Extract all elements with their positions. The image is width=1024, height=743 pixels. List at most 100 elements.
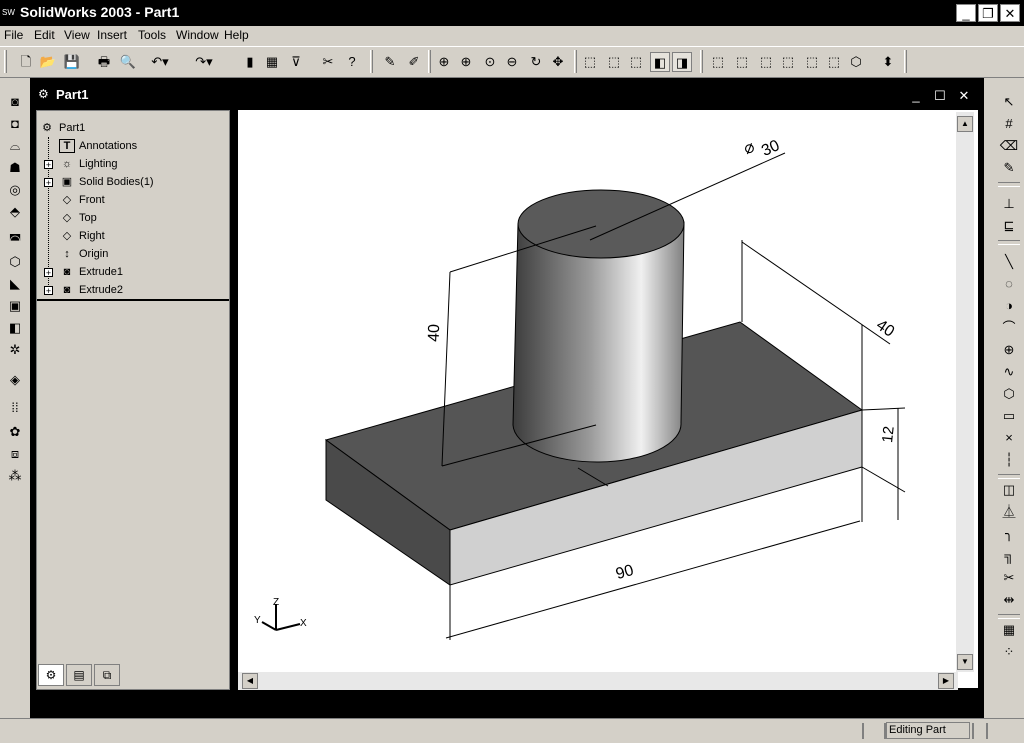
sweep-icon[interactable]: ⌓ xyxy=(4,136,26,156)
zoom-to-fit-icon[interactable]: ⊕ xyxy=(434,52,454,72)
menu-help[interactable]: Help xyxy=(224,28,249,42)
sketch-fillet-icon[interactable]: ╮ xyxy=(998,524,1020,544)
sketch-chamfer-icon[interactable]: ╗ xyxy=(998,546,1020,566)
scroll-right-icon[interactable]: ▶ xyxy=(938,673,954,689)
options-icon[interactable]: ▦ xyxy=(262,52,282,72)
left-view-icon[interactable]: ⬚ xyxy=(756,52,776,72)
add-relation-icon[interactable]: ⊥ xyxy=(998,194,1020,214)
open-file-icon[interactable]: 📂 xyxy=(38,52,58,72)
rollback-bar[interactable] xyxy=(37,299,229,301)
sketch-pencil-icon[interactable]: ✎ xyxy=(380,52,400,72)
draft-icon[interactable]: ◧ xyxy=(4,318,26,338)
scroll-up-icon[interactable]: ▲ xyxy=(957,116,973,132)
menu-file[interactable]: File xyxy=(4,28,23,42)
bottom-view-icon[interactable]: ⬚ xyxy=(824,52,844,72)
back-view-icon[interactable]: ⬚ xyxy=(732,52,752,72)
hidden-lines-visible-icon[interactable]: ⬚ xyxy=(604,52,624,72)
expand-icon[interactable]: + xyxy=(44,160,53,170)
print-preview-icon[interactable]: 🔍 xyxy=(118,52,138,72)
eraser-icon[interactable]: ⌫ xyxy=(998,136,1020,156)
toolbar-grip[interactable] xyxy=(904,50,907,73)
circular-pattern-icon[interactable]: ✿ xyxy=(4,422,26,442)
convert-entities-icon[interactable]: ◫ xyxy=(998,480,1020,500)
close-button[interactable]: ✕ xyxy=(1000,4,1020,22)
line-icon[interactable]: ╲ xyxy=(998,252,1020,272)
toolbar-grip[interactable] xyxy=(574,50,577,73)
point-icon[interactable]: × xyxy=(998,428,1020,448)
tree-item-front-plane[interactable]: Front xyxy=(79,191,105,209)
toolbar-grip[interactable] xyxy=(428,50,431,73)
smart-dimension-icon[interactable]: ✐ xyxy=(404,52,424,72)
pan-icon[interactable]: ✥ xyxy=(548,52,568,72)
property-manager-tab-icon[interactable]: ▤ xyxy=(66,664,92,686)
extruded-cut-icon[interactable]: ◎ xyxy=(4,180,26,200)
menu-window[interactable]: Window xyxy=(176,28,219,42)
normal-to-icon[interactable]: ⬍ xyxy=(878,52,898,72)
rebuild-icon[interactable]: ▮ xyxy=(240,52,260,72)
zoom-out-icon[interactable]: ⊖ xyxy=(502,52,522,72)
loft-icon[interactable]: ☗ xyxy=(4,158,26,178)
zoom-area-icon[interactable]: ⊙ xyxy=(480,52,500,72)
new-file-icon[interactable]: 🗋 xyxy=(16,52,36,72)
right-view-icon[interactable]: ⬚ xyxy=(778,52,798,72)
expand-icon[interactable]: + xyxy=(44,178,53,188)
curve-driven-pattern-icon[interactable]: ⁂ xyxy=(4,466,26,486)
configuration-manager-tab-icon[interactable]: ⧉ xyxy=(94,664,120,686)
tree-item-top-plane[interactable]: Top xyxy=(79,209,97,227)
display-relations-icon[interactable]: ⊑ xyxy=(998,216,1020,236)
extrude-boss-icon[interactable]: ◙ xyxy=(4,92,26,112)
redo-icon[interactable]: ↷▾ xyxy=(194,52,214,72)
circular-sketch-pattern-icon[interactable]: ⁘ xyxy=(998,642,1020,662)
scroll-left-icon[interactable]: ◀ xyxy=(242,673,258,689)
horizontal-scrollbar[interactable]: ◀ ▶ xyxy=(238,672,958,690)
tree-item-annotations[interactable]: Annotations xyxy=(79,137,137,155)
graphics-area[interactable]: ⌀ 30 40 40 12 90 Y Z X xyxy=(238,110,978,688)
rectangle-icon[interactable]: ▭ xyxy=(998,406,1020,426)
menu-tools[interactable]: Tools xyxy=(138,28,166,42)
dome-icon[interactable]: ◈ xyxy=(4,370,26,390)
wireframe-icon[interactable]: ⬚ xyxy=(580,52,600,72)
tools-icon[interactable]: ✂ xyxy=(318,52,338,72)
tangent-arc-icon[interactable]: ◑ xyxy=(998,296,1020,316)
thickness-dimension[interactable]: 12 xyxy=(879,425,898,443)
feature-manager-tab-icon[interactable]: ⚙ xyxy=(38,664,64,686)
menu-insert[interactable]: Insert xyxy=(97,28,127,42)
chamfer-icon[interactable]: ⬡ xyxy=(4,252,26,272)
toolbar-grip[interactable] xyxy=(370,50,373,73)
vertical-scrollbar[interactable]: ▲ ▼ xyxy=(956,112,974,672)
tree-item-extrude1[interactable]: Extrude1 xyxy=(79,263,123,281)
fillet-icon[interactable]: ◚ xyxy=(4,230,26,250)
rotate-view-icon[interactable]: ↻ xyxy=(526,52,546,72)
expand-icon[interactable]: + xyxy=(44,286,53,296)
top-view-icon[interactable]: ⬚ xyxy=(802,52,822,72)
zoom-in-icon[interactable]: ⊕ xyxy=(456,52,476,72)
mirror-sketch-icon[interactable]: ⇹ xyxy=(998,590,1020,610)
tree-root-part1[interactable]: Part1 xyxy=(59,119,85,137)
grid-icon[interactable]: # xyxy=(998,114,1020,134)
tree-item-origin[interactable]: Origin xyxy=(79,245,108,263)
revolve-boss-icon[interactable]: ◘ xyxy=(4,114,26,134)
mirror-icon[interactable]: ⧈ xyxy=(4,444,26,464)
save-icon[interactable]: 💾 xyxy=(62,52,82,72)
three-point-arc-icon[interactable]: ⌒ xyxy=(998,318,1020,338)
tree-item-lighting[interactable]: Lighting xyxy=(79,155,118,173)
centerline-icon[interactable]: ┆ xyxy=(998,450,1020,470)
restore-button[interactable]: ❐ xyxy=(978,4,998,22)
isometric-view-icon[interactable]: ⬡ xyxy=(846,52,866,72)
scroll-down-icon[interactable]: ▼ xyxy=(957,654,973,670)
minimize-button[interactable]: _ xyxy=(956,4,976,22)
shell-icon[interactable]: ▣ xyxy=(4,296,26,316)
whats-this-help-icon[interactable]: ? xyxy=(342,52,362,72)
hole-wizard-icon[interactable]: ✲ xyxy=(4,340,26,360)
filter-icon[interactable]: ⊽ xyxy=(286,52,306,72)
expand-icon[interactable]: + xyxy=(44,268,53,278)
undo-icon[interactable]: ↶▾ xyxy=(150,52,170,72)
hidden-lines-removed-icon[interactable]: ⬚ xyxy=(626,52,646,72)
toolbar-grip[interactable] xyxy=(700,50,703,73)
polygon-icon[interactable]: ⬡ xyxy=(998,384,1020,404)
tree-item-extrude2[interactable]: Extrude2 xyxy=(79,281,123,299)
offset-entities-icon[interactable]: ⏅ xyxy=(998,502,1020,522)
centerpoint-arc-icon[interactable]: ◌ xyxy=(998,274,1020,294)
menu-edit[interactable]: Edit xyxy=(34,28,55,42)
height-dimension[interactable]: 40 xyxy=(426,324,445,342)
